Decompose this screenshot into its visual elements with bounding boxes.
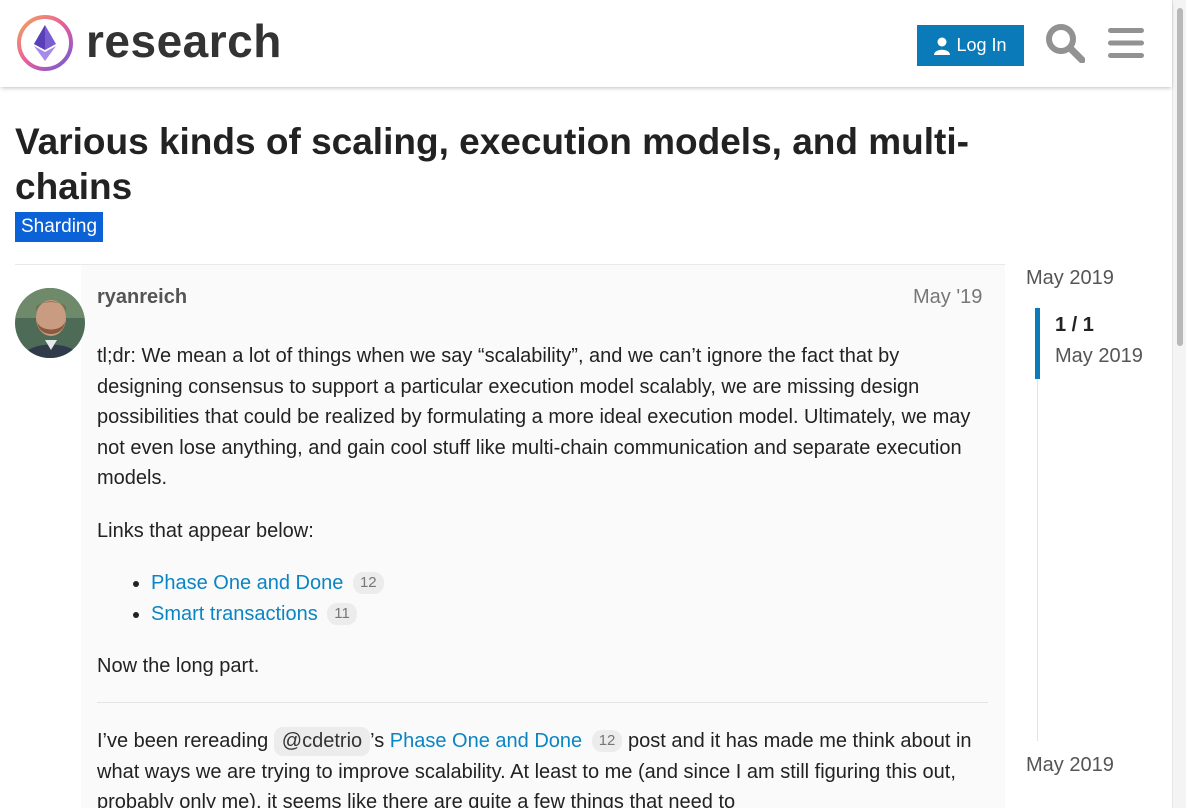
click-count-badge: 12 [352, 572, 384, 594]
site-header: research Log In [0, 0, 1172, 87]
topic-title[interactable]: Various kinds of scaling, execution mode… [15, 119, 1015, 209]
scrollbar-thumb[interactable] [1177, 8, 1183, 346]
page-scrollbar[interactable] [1172, 0, 1186, 808]
list-item: Smart transactions 11 [151, 599, 989, 630]
click-count-badge: 11 [327, 602, 357, 625]
click-count-badge: 12 [591, 730, 623, 752]
hamburger-menu-icon[interactable] [1104, 20, 1148, 66]
horizontal-rule [97, 702, 988, 703]
post-paragraph: Now the long part. [97, 655, 260, 677]
text-segment: I’ve been rereading [97, 730, 274, 752]
timeline-position-date: May 2019 [1055, 345, 1143, 367]
ethereum-logo-icon [17, 15, 73, 71]
text-segment: ’s [370, 730, 390, 752]
post-link[interactable]: Phase One and Done [390, 730, 582, 752]
search-icon[interactable] [1043, 20, 1087, 66]
timeline-end-date[interactable]: May 2019 [1026, 754, 1114, 777]
post-link[interactable]: Smart transactions [151, 603, 318, 625]
site-logo[interactable]: research [16, 14, 282, 72]
login-button[interactable]: Log In [917, 25, 1024, 66]
timeline-handle[interactable] [1035, 308, 1040, 379]
post-username[interactable]: ryanreich [97, 286, 187, 309]
post-body: tl;dr: We mean a lot of things when we s… [97, 341, 989, 704]
avatar[interactable] [15, 288, 85, 358]
site-name: research [86, 15, 282, 67]
timeline-start-date[interactable]: May 2019 [1026, 267, 1114, 290]
user-icon [934, 37, 951, 55]
user-mention[interactable]: @cdetrio [273, 727, 371, 756]
login-label: Log In [956, 35, 1007, 55]
post-paragraph: I’ve been rereading @cdetrio’s Phase One… [97, 726, 989, 808]
post-paragraph: Links that appear below: [97, 519, 314, 542]
link-list: Phase One and Done 12 Smart transactions… [151, 568, 989, 629]
post-link[interactable]: Phase One and Done [151, 572, 343, 594]
category-badge[interactable]: Sharding [15, 212, 104, 242]
post-date[interactable]: May '19 [913, 286, 982, 309]
list-item: Phase One and Done 12 [151, 568, 989, 599]
timeline-position: 1 / 1 [1055, 314, 1094, 336]
post-paragraph: tl;dr: We mean a lot of things when we s… [97, 345, 971, 489]
